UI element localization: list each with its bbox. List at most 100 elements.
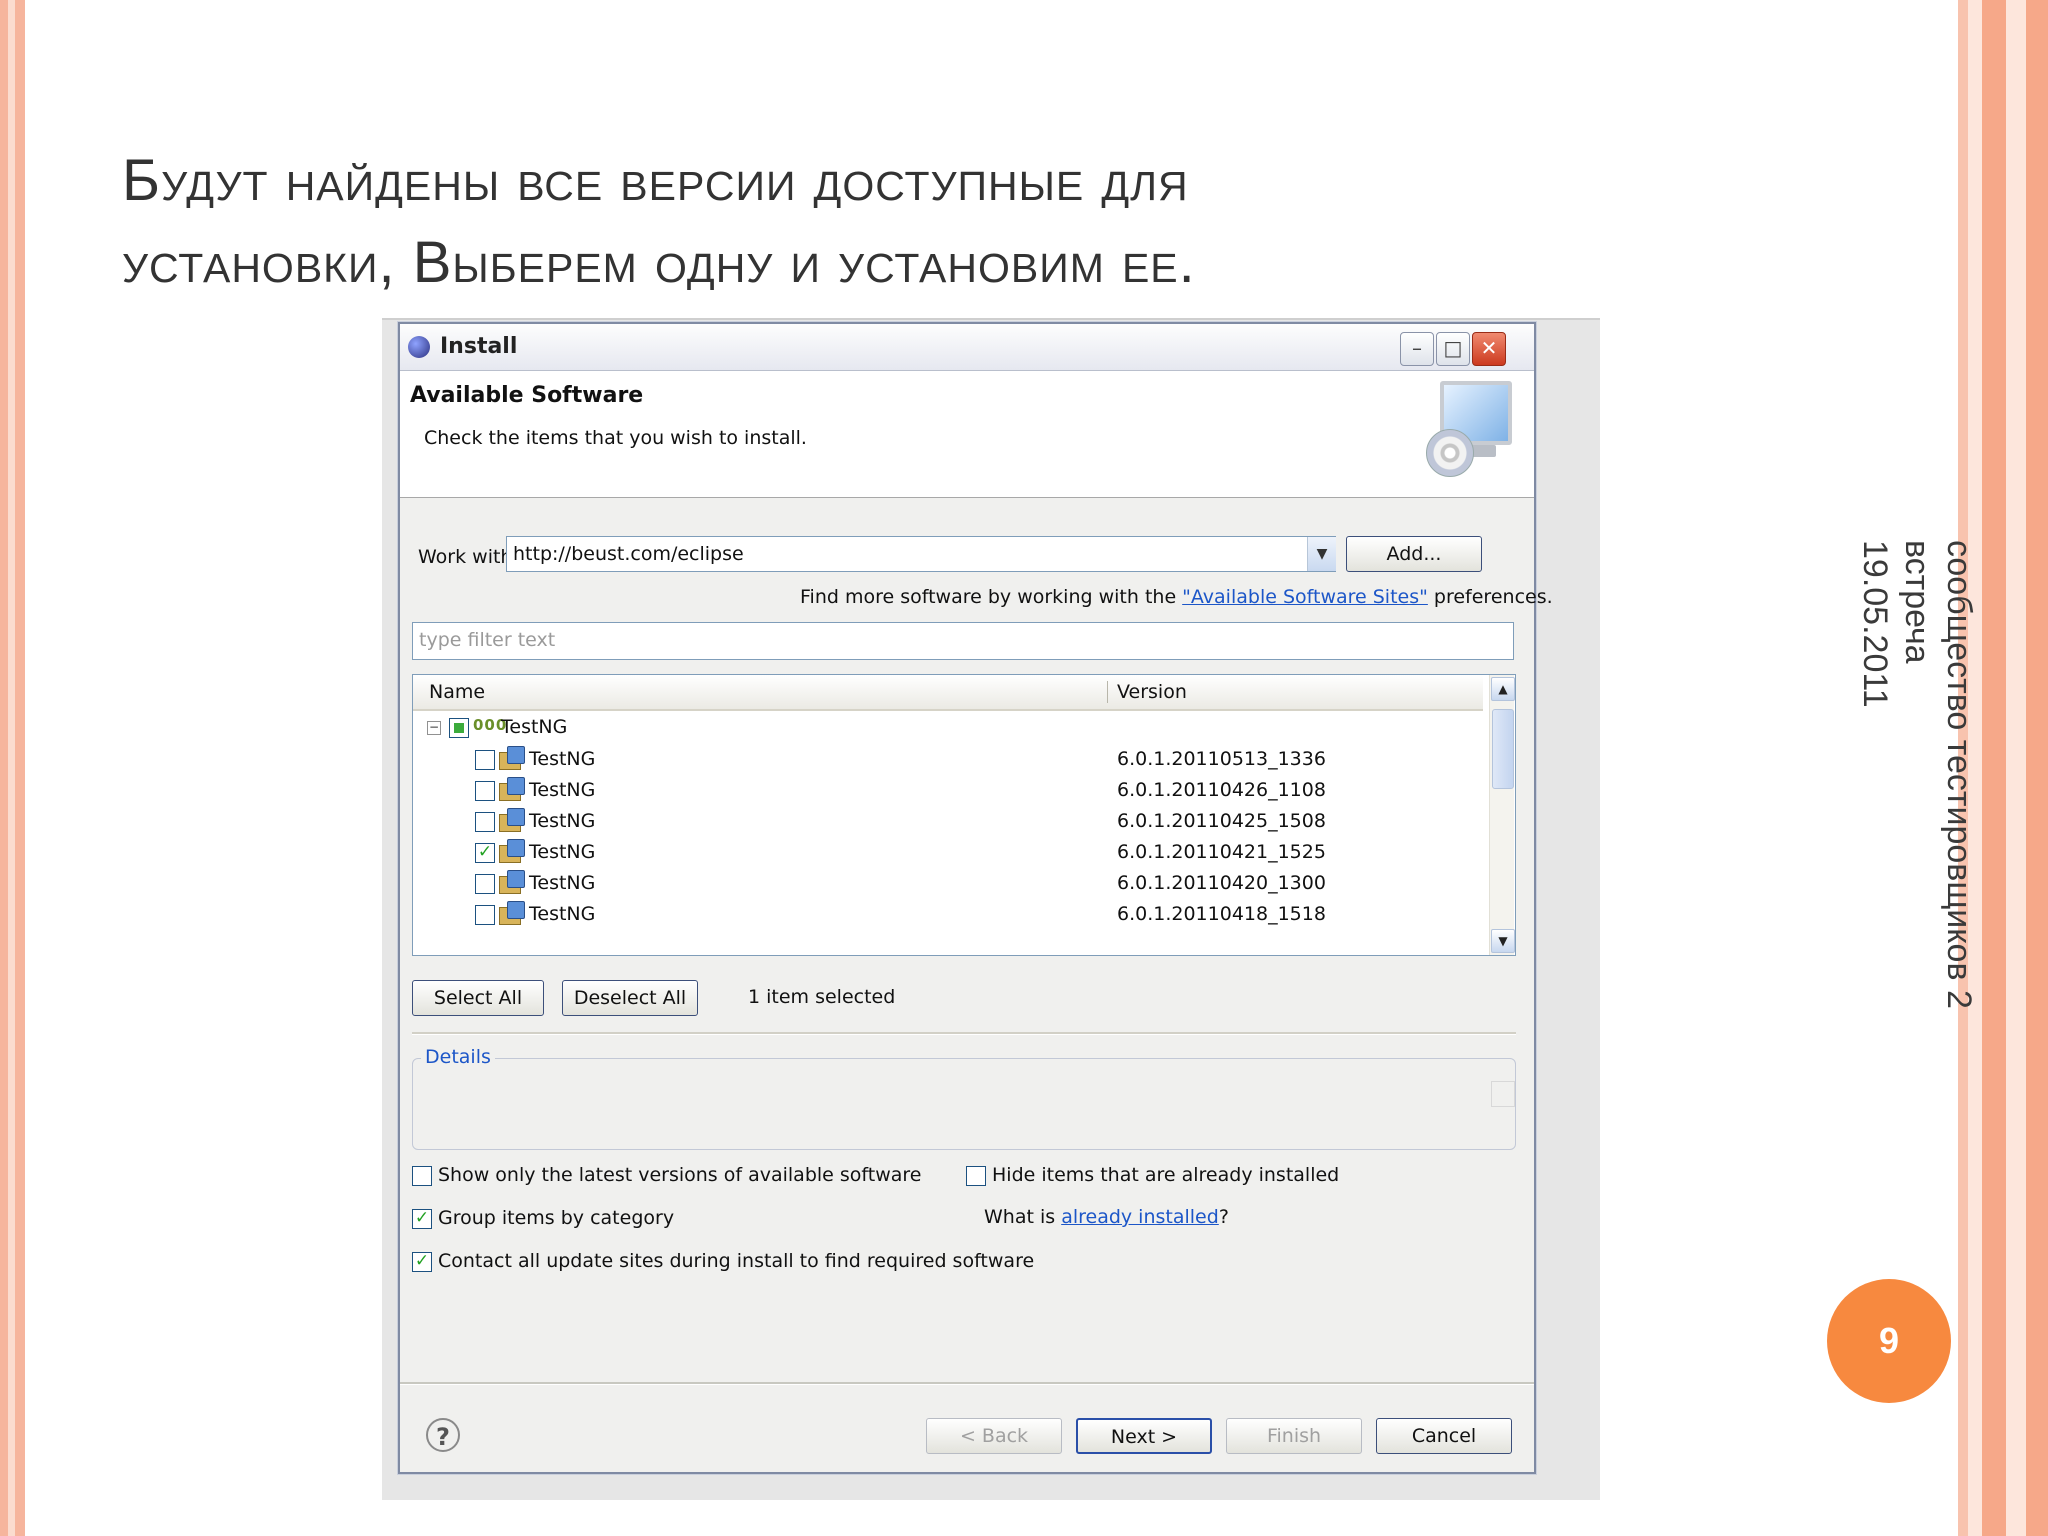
feature-icon-shape bbox=[507, 808, 525, 826]
feature-icon-shape bbox=[507, 839, 525, 857]
table-row[interactable]: TestNG 6.0.1.20110420_1300 bbox=[413, 868, 1483, 899]
chevron-down-icon[interactable]: ▼ bbox=[1307, 537, 1336, 571]
work-with-value: http://beust.com/eclipse bbox=[513, 543, 744, 565]
feature-icon-shape bbox=[507, 777, 525, 795]
latest-versions-label: Show only the latest versions of availab… bbox=[438, 1164, 922, 1186]
finish-button[interactable]: Finish bbox=[1226, 1418, 1362, 1454]
find-more-prefix: Find more software by working with the bbox=[800, 586, 1183, 608]
scroll-down-icon[interactable]: ▼ bbox=[1491, 929, 1515, 953]
right-decor-band bbox=[1982, 0, 2006, 1536]
row-name: TestNG bbox=[529, 841, 596, 863]
row-version: 6.0.1.20110426_1108 bbox=[1117, 779, 1326, 801]
row-checkbox[interactable]: ✓ bbox=[475, 843, 495, 863]
row-checkbox[interactable] bbox=[475, 812, 495, 832]
table-row[interactable]: ✓ TestNG 6.0.1.20110421_1525 bbox=[413, 837, 1483, 868]
work-with-combo[interactable]: http://beust.com/eclipse ▼ bbox=[506, 536, 1336, 572]
divider bbox=[412, 1032, 1516, 1035]
minimize-button[interactable]: – bbox=[1400, 332, 1434, 366]
help-icon[interactable]: ? bbox=[426, 1418, 460, 1452]
software-tree-table: Name Version − 000 TestNG TestNG 6.0.1.2… bbox=[412, 674, 1516, 956]
selection-status: 1 item selected bbox=[748, 986, 896, 1008]
back-button[interactable]: < Back bbox=[926, 1418, 1062, 1454]
cancel-button[interactable]: Cancel bbox=[1376, 1418, 1512, 1454]
feature-icon bbox=[499, 808, 525, 832]
group-by-category-checkbox[interactable]: ✓ bbox=[412, 1209, 432, 1229]
monitor-cd-icon bbox=[1426, 381, 1512, 477]
dialog-title: Install bbox=[440, 334, 518, 359]
latest-versions-checkbox[interactable] bbox=[412, 1166, 432, 1186]
row-checkbox[interactable] bbox=[475, 750, 495, 770]
table-row[interactable]: TestNG 6.0.1.20110513_1336 bbox=[413, 744, 1483, 775]
find-more-suffix: preferences. bbox=[1427, 586, 1553, 608]
feature-icon bbox=[499, 901, 525, 925]
scroll-up-icon[interactable]: ▲ bbox=[1491, 677, 1515, 701]
deselect-all-button[interactable]: Deselect All bbox=[562, 980, 698, 1016]
feature-icon bbox=[499, 746, 525, 770]
table-row[interactable]: TestNG 6.0.1.20110425_1508 bbox=[413, 806, 1483, 837]
row-checkbox[interactable] bbox=[475, 781, 495, 801]
what-is-prefix: What is bbox=[984, 1206, 1062, 1228]
group-by-category-label: Group items by category bbox=[438, 1207, 675, 1229]
side-caption-date: 19.05.2011 bbox=[1856, 540, 1894, 708]
what-is-suffix: ? bbox=[1218, 1206, 1229, 1228]
header-subtitle: Check the items that you wish to install… bbox=[424, 427, 807, 449]
feature-icon bbox=[499, 777, 525, 801]
screenshot-frame: Install – □ ✕ Available Software Check t… bbox=[382, 318, 1600, 1500]
row-name: TestNG bbox=[529, 810, 596, 832]
category-checkbox[interactable] bbox=[449, 718, 469, 738]
work-with-label: Work with: bbox=[418, 546, 519, 568]
hide-installed-checkbox[interactable] bbox=[966, 1166, 986, 1186]
row-name: TestNG bbox=[529, 779, 596, 801]
row-checkbox[interactable] bbox=[475, 874, 495, 894]
row-version: 6.0.1.20110418_1518 bbox=[1117, 903, 1326, 925]
already-installed-link[interactable]: already installed bbox=[1061, 1206, 1219, 1228]
details-scrollbar[interactable] bbox=[1491, 1081, 1515, 1107]
screenshot-top-strip bbox=[382, 318, 1600, 320]
close-button[interactable]: ✕ bbox=[1472, 332, 1506, 366]
right-decor-band bbox=[2006, 0, 2026, 1536]
category-icon: 000 bbox=[473, 716, 508, 734]
cd-disc-icon bbox=[1426, 429, 1474, 477]
eclipse-icon bbox=[408, 336, 430, 358]
row-checkbox[interactable] bbox=[475, 905, 495, 925]
slide-title: Будут найдены все версии доступные для у… bbox=[122, 140, 1522, 304]
row-version: 6.0.1.20110420_1300 bbox=[1117, 872, 1326, 894]
row-name: TestNG bbox=[529, 872, 596, 894]
scroll-thumb[interactable] bbox=[1492, 709, 1514, 789]
next-button[interactable]: Next > bbox=[1076, 1418, 1212, 1454]
left-decor-stripe bbox=[0, 0, 25, 1536]
available-software-sites-link[interactable]: "Available Software Sites" bbox=[1182, 586, 1428, 608]
category-row[interactable]: − 000 TestNG bbox=[413, 713, 1483, 744]
add-site-button[interactable]: Add... bbox=[1346, 536, 1482, 572]
slide-title-line-1: Будут найдены все версии доступные для bbox=[122, 148, 1189, 213]
feature-icon-shape bbox=[507, 870, 525, 888]
side-caption: сообщество тестировщиков 2 встреча 19.05… bbox=[1856, 540, 1980, 1140]
column-header-name[interactable]: Name bbox=[429, 681, 485, 703]
table-scrollbar[interactable]: ▲ ▼ bbox=[1489, 675, 1515, 955]
maximize-button[interactable]: □ bbox=[1436, 332, 1470, 366]
feature-icon-shape bbox=[507, 746, 525, 764]
select-all-button[interactable]: Select All bbox=[412, 980, 544, 1016]
side-caption-community: сообщество тестировщиков 2 встреча bbox=[1898, 540, 1978, 1009]
hide-installed-label: Hide items that are already installed bbox=[992, 1164, 1340, 1186]
feature-icon bbox=[499, 870, 525, 894]
feature-icon-shape bbox=[507, 901, 525, 919]
left-decor-inner bbox=[8, 0, 15, 1536]
dialog-titlebar: Install – □ ✕ bbox=[400, 324, 1534, 371]
filter-input[interactable]: type filter text bbox=[412, 622, 1514, 660]
close-icon: ✕ bbox=[1480, 336, 1498, 360]
header-title: Available Software bbox=[410, 383, 644, 408]
details-label: Details bbox=[421, 1046, 495, 1068]
what-is-installed-text: What is already installed? bbox=[984, 1206, 1229, 1228]
contact-sites-label: Contact all update sites during install … bbox=[438, 1250, 1035, 1272]
find-more-text: Find more software by working with the "… bbox=[800, 586, 1553, 608]
table-row[interactable]: TestNG 6.0.1.20110426_1108 bbox=[413, 775, 1483, 806]
collapse-icon[interactable]: − bbox=[427, 721, 441, 735]
table-row[interactable]: TestNG 6.0.1.20110418_1518 bbox=[413, 899, 1483, 930]
row-version: 6.0.1.20110513_1336 bbox=[1117, 748, 1326, 770]
contact-sites-checkbox[interactable]: ✓ bbox=[412, 1252, 432, 1272]
footer-divider bbox=[400, 1382, 1534, 1385]
column-header-version[interactable]: Version bbox=[1117, 681, 1187, 703]
column-separator bbox=[1107, 681, 1108, 703]
details-group: Details bbox=[412, 1046, 1516, 1150]
